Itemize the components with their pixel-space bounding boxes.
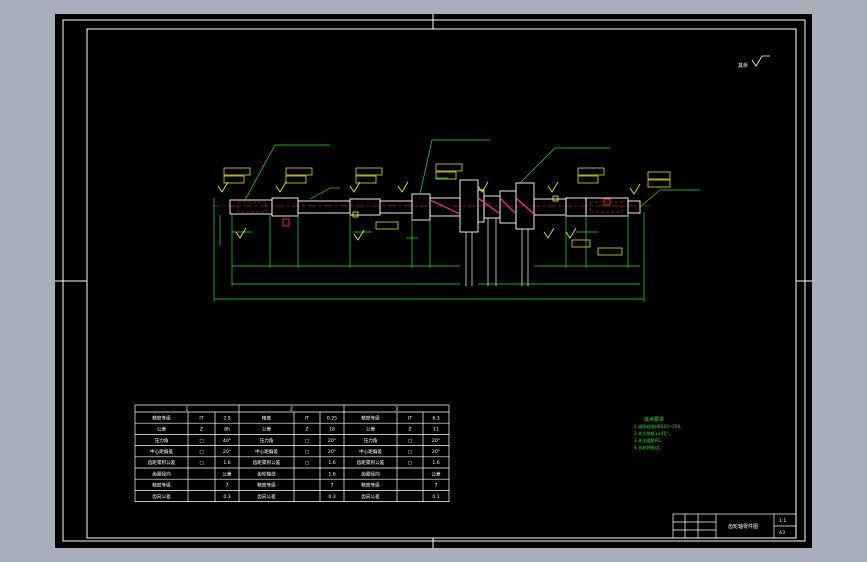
table-cell: 齿向公差 xyxy=(152,493,171,500)
table-cell: Z xyxy=(305,427,308,433)
table-cell: 20° xyxy=(328,449,336,455)
svg-text:其余: 其余 xyxy=(738,62,748,69)
table-cell: □ xyxy=(305,439,309,444)
table-group-header: 2 xyxy=(290,407,293,413)
table-cell: 齿向公差 xyxy=(361,493,380,500)
table-cell: 0.25 xyxy=(327,415,337,421)
table-cell: 20° xyxy=(432,438,440,444)
table-cell: IT xyxy=(408,415,412,421)
table-group-header: 1 xyxy=(185,407,188,413)
cad-drawing-canvas[interactable]: 其余 1 2 3 精度等级 IT 2.5 精度 IT 0.25 精度等级 IT … xyxy=(0,0,867,562)
table-cell: □ xyxy=(199,461,203,466)
table-cell: 精度等级 xyxy=(361,414,380,421)
table-cell: 压力角 xyxy=(260,437,274,444)
table-cell: 8h xyxy=(224,427,230,433)
table-cell: □ xyxy=(408,461,412,466)
table-cell: 中心距偏差 xyxy=(255,448,278,455)
table-cell: □ xyxy=(199,450,203,455)
table-cell: 1.6 xyxy=(328,471,335,477)
table-cell: 齿距累积公差 xyxy=(357,459,385,466)
table-cell: 齿轮轴线 xyxy=(257,470,276,477)
table-cell: 齿圈径向 xyxy=(361,470,380,477)
table-cell: 1.6 xyxy=(328,460,335,466)
table-cell: 公差 xyxy=(157,426,167,433)
table-cell: 齿圈径向 xyxy=(152,470,171,477)
table-cell: 公差 xyxy=(262,426,272,433)
table-cell: 1.6 xyxy=(432,460,439,466)
svg-text:4.去毛刺锐边。: 4.去毛刺锐边。 xyxy=(634,444,663,451)
table-cell: 齿距累积公差 xyxy=(148,459,176,466)
table-cell: 0.3 xyxy=(223,494,230,500)
table-cell: 齿向公差 xyxy=(257,493,276,500)
table-cell: 7 xyxy=(226,483,229,489)
table-cell: 40° xyxy=(223,438,231,444)
table-cell: 公差 xyxy=(431,470,441,477)
table-cell: □ xyxy=(305,450,309,455)
table-cell: 7 xyxy=(435,483,438,489)
table-cell: 20° xyxy=(432,449,440,455)
table-cell: 0.1 xyxy=(432,494,439,500)
svg-text:技术要求: 技术要求 xyxy=(644,416,664,423)
table-cell: 中心距偏差 xyxy=(359,448,382,455)
svg-text:3.未注圆角R1。: 3.未注圆角R1。 xyxy=(634,437,665,444)
table-cell: 11 xyxy=(433,427,439,433)
table-cell: 公差 xyxy=(222,470,232,477)
table-cell: 压力角 xyxy=(155,437,169,444)
title-block-sheet: A3 xyxy=(779,530,785,536)
table-cell: 精度 xyxy=(262,414,272,421)
table-cell: IT xyxy=(305,415,309,421)
table-cell: 齿距累积公差 xyxy=(253,459,281,466)
table-group-header: 3 xyxy=(395,407,398,413)
table-cell: 18 xyxy=(329,427,335,433)
table-cell: 精度等级 xyxy=(361,482,380,489)
table-cell: 20° xyxy=(328,438,336,444)
table-cell: Z xyxy=(200,427,203,433)
table-cell: 0.3 xyxy=(328,494,335,500)
title-block-scale: 1:1 xyxy=(779,518,786,524)
table-cell: 6.3 xyxy=(432,415,439,421)
table-cell: IT xyxy=(199,415,203,421)
table-cell: 压力角 xyxy=(364,437,378,444)
svg-text:2.未注倒角1×45°。: 2.未注倒角1×45°。 xyxy=(634,430,673,437)
table-cell: 20° xyxy=(223,449,231,455)
drawing-name: 齿轮轴零件图 xyxy=(728,523,758,530)
table-cell: 1.6 xyxy=(223,460,230,466)
svg-text:1.调质处理HB220~250。: 1.调质处理HB220~250。 xyxy=(634,423,684,430)
table-cell: □ xyxy=(199,439,203,444)
table-cell: □ xyxy=(408,439,412,444)
table-cell: 精度等级 xyxy=(152,414,171,421)
table-cell: □ xyxy=(305,461,309,466)
table-cell: 精度等级 xyxy=(257,482,276,489)
table-cell: 精度等级 xyxy=(152,482,171,489)
table-cell: Z xyxy=(408,427,411,433)
table-cell: 7 xyxy=(331,483,334,489)
table-cell: 2.5 xyxy=(223,415,230,421)
table-cell: 公差 xyxy=(366,426,376,433)
table-cell: □ xyxy=(408,450,412,455)
table-cell: 中心距偏差 xyxy=(150,448,173,455)
